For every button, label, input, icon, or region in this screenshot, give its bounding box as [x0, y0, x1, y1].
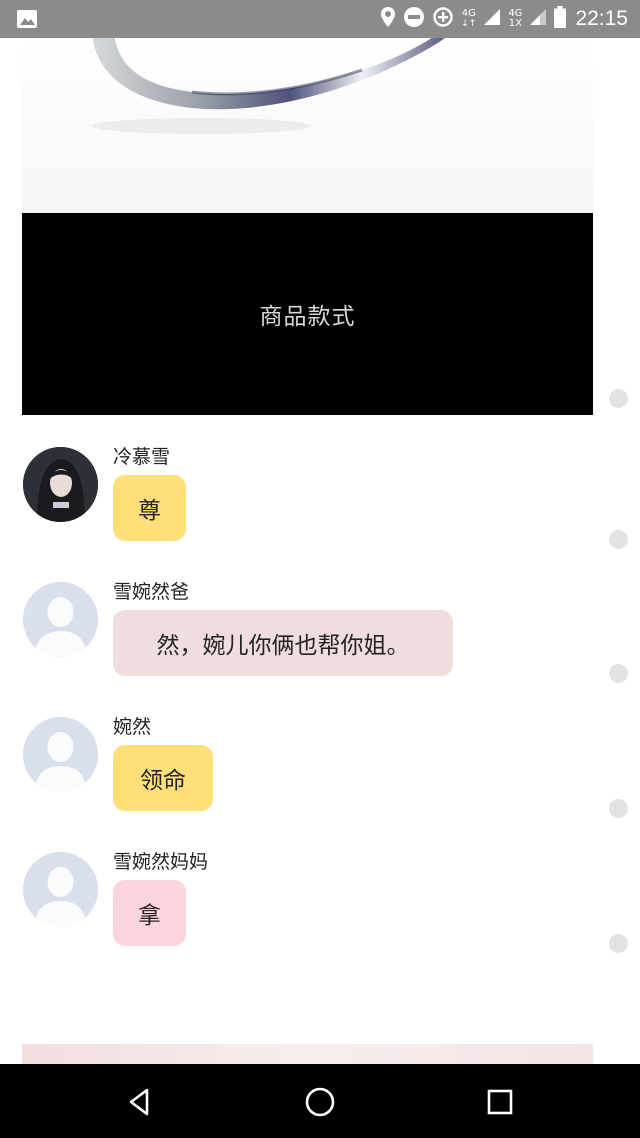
signal-icon	[483, 8, 501, 30]
home-button[interactable]	[300, 1082, 340, 1122]
do-not-disturb-icon	[403, 6, 425, 32]
message-bubble[interactable]: 然，婉儿你俩也帮你姐。	[113, 610, 453, 676]
back-button[interactable]	[120, 1082, 160, 1122]
sender-name: 冷慕雪	[113, 446, 171, 468]
location-icon	[380, 6, 396, 32]
sender-name: 婉然	[113, 716, 152, 738]
default-user-icon[interactable]	[23, 717, 98, 792]
recents-icon	[487, 1089, 513, 1115]
network-label-3: 1X	[508, 18, 522, 29]
message-bubble[interactable]: 领命	[113, 745, 213, 811]
chat-message: 冷慕雪 尊	[0, 440, 600, 550]
avatar[interactable]	[23, 447, 98, 522]
screen: 4G ↓↑ 4G 1X 22:15 商品款式 冷慕雪 尊 雪婉然爸 然，婉儿你俩…	[0, 0, 640, 1138]
data-arrows-icon: ↓↑	[461, 19, 477, 29]
back-icon	[129, 1088, 149, 1116]
recents-button[interactable]	[480, 1082, 520, 1122]
clock: 22:15	[575, 7, 628, 30]
chat-message: 雪婉然妈妈 拿	[0, 845, 600, 955]
ring-image	[92, 38, 445, 134]
banner-text: 商品款式	[259, 304, 356, 330]
message-bubble[interactable]: 拿	[113, 880, 186, 946]
chat-message: 婉然 领命	[0, 710, 600, 820]
scroll-indicator-dot	[609, 664, 628, 683]
product-image[interactable]	[22, 38, 593, 213]
default-user-icon[interactable]	[23, 852, 98, 927]
product-style-banner[interactable]: 商品款式	[22, 213, 593, 415]
default-user-icon[interactable]	[23, 582, 98, 657]
sender-name: 雪婉然妈妈	[113, 851, 209, 873]
scroll-indicator-dot	[609, 530, 628, 549]
battery-icon	[554, 6, 567, 32]
scroll-indicator-dot	[609, 389, 628, 408]
home-icon	[305, 1087, 335, 1117]
scroll-indicator-dot	[609, 934, 628, 953]
next-content-card[interactable]	[22, 1044, 593, 1064]
network-type-1: 4G ↓↑	[461, 8, 477, 30]
network-type-2: 4G 1X	[508, 9, 522, 29]
scroll-indicator-dot	[609, 799, 628, 818]
status-icons: 4G ↓↑ 4G 1X 22:15	[380, 0, 628, 38]
signal-icon	[529, 8, 547, 30]
chat-message: 雪婉然爸 然，婉儿你俩也帮你姐。	[0, 575, 600, 685]
sender-name: 雪婉然爸	[113, 581, 190, 603]
image-icon	[16, 9, 38, 29]
data-saver-icon	[432, 6, 454, 32]
status-bar: 4G ↓↑ 4G 1X 22:15	[0, 0, 640, 38]
navigation-bar	[0, 1064, 640, 1138]
message-bubble[interactable]: 尊	[113, 475, 186, 541]
network-label-1: 4G	[461, 8, 476, 19]
